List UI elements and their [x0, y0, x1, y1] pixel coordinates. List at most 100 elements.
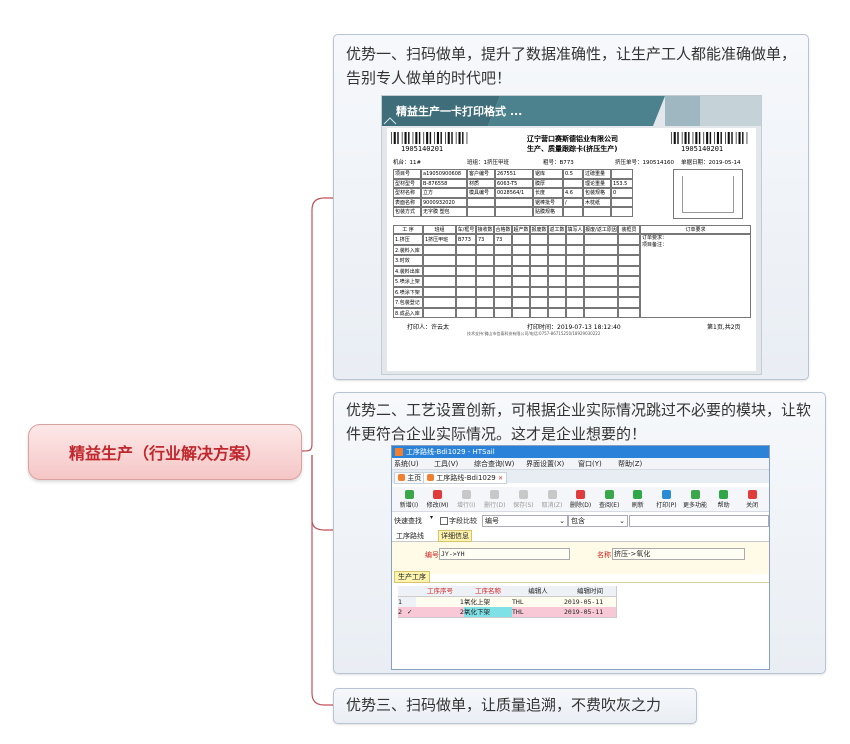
toolbar-button-label: 删行(D): [484, 502, 506, 509]
process-header-cell: 班组: [423, 225, 456, 234]
process-cell: [512, 265, 530, 276]
process-cell: 73: [494, 234, 512, 245]
info-cell: 模具编号: [467, 188, 495, 198]
central-topic[interactable]: 精益生产（行业解决方案）: [28, 424, 302, 480]
info-cell: 长度: [533, 188, 563, 198]
code-input[interactable]: JY->YH: [439, 548, 570, 560]
grid-header-cell[interactable]: 编辑时间: [564, 586, 617, 597]
menu-item[interactable]: 窗口(Y): [578, 459, 602, 469]
process-header-cell: 合格数: [494, 225, 512, 234]
process-cell: [423, 286, 456, 297]
grid-cell[interactable]: 2: [416, 607, 465, 618]
field-order-no: 挤压单号：190514160: [615, 160, 674, 166]
compare-checkbox[interactable]: [440, 517, 448, 525]
name-input[interactable]: 挤压->氧化: [612, 548, 745, 560]
info-cell: 木枕纸: [583, 197, 611, 207]
info-cell: 理论重量: [583, 178, 611, 188]
menu-bar: 系统(U) 工具(V) 综合查询(W) 界面设置(X) 窗口(Y) 帮助(Z): [392, 458, 769, 470]
process-cell: [530, 276, 548, 287]
section-bar: 生产工序: [394, 570, 769, 583]
toolbar-button[interactable]: 新增(I): [394, 487, 424, 509]
process-cell: [584, 297, 618, 308]
toolbar-button[interactable]: 关闭: [737, 487, 767, 509]
chevron-down-icon[interactable]: ▾: [430, 514, 433, 521]
search-input[interactable]: [629, 515, 769, 527]
process-cell: [618, 265, 640, 276]
field-select[interactable]: 编号 ⌄: [482, 515, 568, 527]
word-compare-label: 字段比较: [449, 517, 477, 525]
menu-item[interactable]: 综合查询(W): [474, 459, 514, 469]
toolbar-button[interactable]: 取消(Z): [537, 487, 567, 509]
toolbar-button[interactable]: 保存(S): [508, 487, 538, 509]
process-cell: [548, 297, 566, 308]
grid-header-cell[interactable]: 工序名称: [464, 586, 513, 597]
topic-2-text: 优势二、工艺设置创新，可根据企业实际情况跳过不必要的模块，让软件更符合企业实际情…: [346, 401, 812, 443]
tab-bar: 主页 工序路线-Bdi1029 ✕: [392, 470, 769, 484]
toolbar-button-label: 取消(Z): [541, 502, 563, 509]
process-cell: [476, 244, 494, 255]
grid-cell[interactable]: THL: [512, 607, 565, 618]
tab-route[interactable]: 工序路线: [396, 531, 424, 541]
process-cell: [584, 276, 618, 287]
process-cell: [618, 276, 640, 287]
menu-item[interactable]: 工具(V): [434, 459, 458, 469]
process-cell: [512, 276, 530, 287]
tab-process-route[interactable]: 工序路线-Bdi1029 ✕: [423, 472, 508, 484]
process-cell: [618, 255, 640, 266]
process-cell: [494, 255, 512, 266]
tab-details[interactable]: 详细信息: [438, 530, 472, 542]
process-cell: [584, 244, 618, 255]
process-cell: 8.成品入库: [393, 307, 423, 318]
order-requirements-cell: 订单要求： 项目备注：: [640, 234, 751, 318]
table-row[interactable]: 2 ✓ 2 氧化下架 THL 2019-05-11: [398, 607, 618, 618]
window-title: 工序路线-Bdi1029 - HTSail: [406, 448, 495, 456]
toolbar-button-label: 更多功能: [682, 502, 707, 509]
process-cell: [584, 286, 618, 297]
quick-search-label[interactable]: 快速查找: [394, 516, 422, 526]
grid-cell[interactable]: 氧化下架: [464, 607, 513, 618]
toolbar-button[interactable]: 修改(M): [423, 487, 453, 509]
tab-home-label: 主页: [407, 474, 422, 482]
menu-item[interactable]: 帮助(Z): [618, 459, 642, 469]
name-label: 名称: [597, 551, 611, 559]
toolbar-button[interactable]: 删行(D): [480, 487, 510, 509]
toolbar-button-label: 增行(I): [456, 502, 476, 509]
toolbar-button[interactable]: 增行(I): [451, 487, 481, 509]
home-icon: [398, 474, 405, 481]
card-print-time: 打印时间：2019-07-13 18:12:40: [527, 324, 621, 331]
topic-advantage-3[interactable]: 优势三、扫码做单，让质量追溯，不费吹灰之力: [333, 688, 697, 724]
grid-header-cell[interactable]: 编辑人: [512, 586, 565, 597]
menu-item[interactable]: 界面设置(X): [526, 459, 564, 469]
toolbar-button[interactable]: 帮助: [709, 487, 739, 509]
htsail-window: 工序路线-Bdi1029 - HTSail 系统(U) 工具(V) 综合查询(W) 界…: [391, 445, 770, 670]
card-printer: 打印人：许云太: [407, 324, 450, 331]
info-cell: [563, 207, 583, 217]
process-cell: [530, 234, 548, 245]
process-cell: [618, 234, 640, 245]
tab-home[interactable]: 主页: [394, 472, 426, 484]
toolbar-button[interactable]: 查阅(E): [594, 487, 624, 509]
section-production-process[interactable]: 生产工序: [394, 571, 430, 583]
info-cell: 9000932020: [421, 197, 467, 207]
table-row[interactable]: 1 1 氧化上架 THL 2019-05-11: [398, 597, 618, 608]
process-cell: 6.喷涂下架: [393, 286, 423, 297]
process-cell: [584, 234, 618, 245]
info-cell: 项目号: [393, 169, 421, 179]
toolbar-button[interactable]: 删除(D): [566, 487, 596, 509]
info-cell: /: [563, 197, 583, 207]
grid-header-cell[interactable]: 工序序号: [416, 586, 465, 597]
match-select[interactable]: 包含 ⌄: [568, 515, 628, 527]
card-header-fields: 机台：11# 班组：1挤压甲班 粗号：B773 挤压单号：190514160 单…: [393, 158, 753, 167]
toolbar-button[interactable]: 刷新: [623, 487, 653, 509]
process-cell: [494, 286, 512, 297]
info-cell: 0: [611, 188, 633, 198]
process-cell: [584, 307, 618, 318]
toolbar-button[interactable]: 打印(P): [651, 487, 681, 509]
toolbar-icon: [518, 490, 528, 499]
app-icon: [395, 448, 403, 456]
toolbar-button[interactable]: 更多功能: [680, 487, 710, 509]
menu-item[interactable]: 系统(U): [394, 459, 419, 469]
topic-advantage-1[interactable]: 优势一、扫码做单，提升了数据准确性，让生产工人都能准确做单，告别专人做单的时代吧…: [333, 34, 809, 380]
close-tab-icon[interactable]: ✕: [498, 475, 503, 482]
grid-cell[interactable]: 2019-05-11: [564, 607, 617, 618]
